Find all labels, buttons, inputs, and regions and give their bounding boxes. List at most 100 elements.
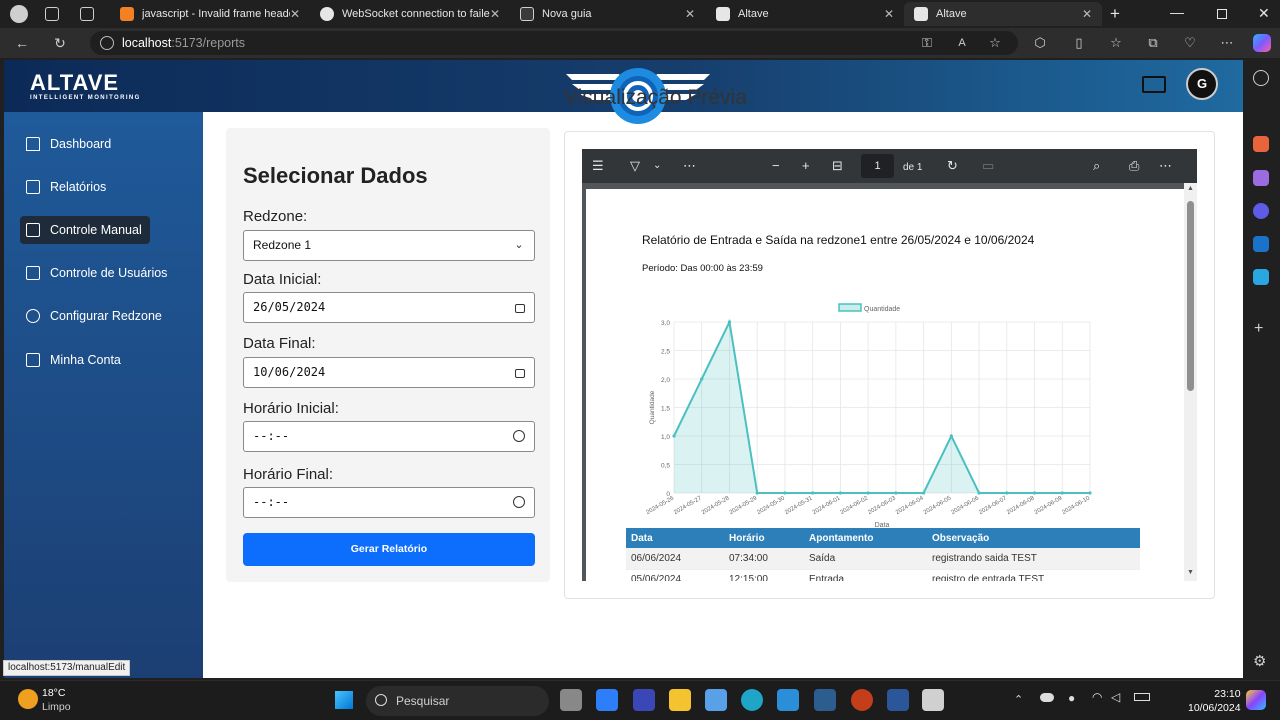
outlook-icon[interactable] xyxy=(1253,236,1269,252)
word-icon[interactable] xyxy=(887,689,909,711)
chevron-down-icon[interactable]: ⌄ xyxy=(653,158,661,174)
more-options-icon[interactable]: ⋯ xyxy=(1218,34,1236,52)
restore-button[interactable] xyxy=(1217,9,1227,19)
volume-icon[interactable]: ◁ xyxy=(1111,690,1120,704)
telegram-icon[interactable] xyxy=(1253,269,1269,285)
end-date-input[interactable]: 10/06/2024 xyxy=(243,357,535,388)
more-options-icon[interactable]: ⋯ xyxy=(1159,158,1172,174)
pdf-toolbar: ☰ ▽ ⌄ ⋯ − + ⊟ 1 de 1 ↻ ▭ ⌕ ⎙ ⋯ xyxy=(582,149,1197,183)
task-view-icon[interactable] xyxy=(560,689,582,711)
highlight-icon[interactable]: ▽ xyxy=(630,158,640,174)
start-time-input[interactable]: --:-- xyxy=(243,421,535,452)
browser-essentials-icon[interactable]: ♡ xyxy=(1181,34,1199,52)
close-icon[interactable]: ✕ xyxy=(1082,7,1092,21)
copilot-icon[interactable] xyxy=(1246,690,1266,710)
add-icon[interactable]: + xyxy=(1254,320,1263,338)
new-tab-button[interactable]: + xyxy=(1110,4,1120,24)
sidebar-item-configurar-redzone[interactable]: Configurar Redzone xyxy=(26,303,162,329)
games-icon[interactable] xyxy=(1253,170,1269,186)
close-icon[interactable]: ✕ xyxy=(685,7,695,21)
calendar-icon[interactable] xyxy=(515,304,525,313)
close-window-button[interactable]: ✕ xyxy=(1258,5,1270,22)
workspaces-icon[interactable] xyxy=(45,7,59,21)
calendar-icon[interactable] xyxy=(515,369,525,378)
tab-nova-guia[interactable]: Nova guia ✕ xyxy=(510,2,705,26)
tab-altave-1[interactable]: Altave ✕ xyxy=(706,2,904,26)
extensions-icon[interactable]: ⬡ xyxy=(1031,34,1049,52)
vscode-icon[interactable] xyxy=(777,689,799,711)
windows-start-icon[interactable] xyxy=(335,691,353,709)
weather-icon[interactable] xyxy=(18,689,38,709)
split-screen-icon[interactable]: ▯ xyxy=(1070,34,1088,52)
tab-websocket-failed[interactable]: WebSocket connection to failed ✕ xyxy=(310,2,510,26)
page-number-input[interactable]: 1 xyxy=(861,154,894,178)
back-arrow-icon[interactable]: ← xyxy=(12,34,32,52)
microphone-icon[interactable]: ● xyxy=(1068,691,1075,705)
edge-icon[interactable] xyxy=(741,689,763,711)
clock-icon[interactable] xyxy=(513,430,525,442)
url-path: :5173/reports xyxy=(171,36,246,50)
x-tick-label: 2024-06-06 xyxy=(950,495,980,516)
redzone-select[interactable]: Redzone 1 ⌄ xyxy=(243,230,535,261)
sidebar-item-controle-manual[interactable]: Controle Manual xyxy=(20,216,150,244)
wifi-icon[interactable]: ◠ xyxy=(1092,690,1102,704)
chevron-up-icon[interactable]: ⌃ xyxy=(1014,693,1023,706)
profile-icon[interactable] xyxy=(10,5,28,23)
cloud-icon[interactable] xyxy=(1040,693,1054,702)
minimize-button[interactable]: — xyxy=(1170,4,1184,20)
refresh-icon[interactable]: ↻ xyxy=(50,34,70,52)
collections-icon[interactable]: ⧉ xyxy=(1144,34,1162,52)
copilot-side-icon[interactable] xyxy=(1253,203,1269,219)
app-icon[interactable] xyxy=(814,689,836,711)
tab-altave-active[interactable]: Altave ✕ xyxy=(904,2,1102,26)
scrollbar-thumb[interactable] xyxy=(1187,201,1194,391)
scroll-up-icon[interactable]: ▲ xyxy=(1187,185,1194,192)
sidebar-item-relatorios[interactable]: Relatórios xyxy=(26,174,106,200)
taskbar-clock[interactable]: 23:10 10/06/2024 xyxy=(1188,687,1241,715)
powerpoint-icon[interactable] xyxy=(851,689,873,711)
more-icon[interactable]: ⋯ xyxy=(683,158,696,174)
file-explorer-icon[interactable] xyxy=(669,689,691,711)
url-field[interactable]: localhost:5173/reports xyxy=(90,31,1018,55)
close-icon[interactable]: ✕ xyxy=(490,7,500,21)
app-l-icon[interactable] xyxy=(633,689,655,711)
tab-actions-icon[interactable] xyxy=(80,7,94,21)
rotate-icon[interactable]: ↻ xyxy=(947,158,958,174)
notepad-icon[interactable] xyxy=(705,689,727,711)
clock-icon[interactable] xyxy=(513,496,525,508)
search-icon[interactable]: ⌕ xyxy=(1093,158,1100,174)
gear-icon[interactable]: ⚙ xyxy=(1253,652,1266,670)
contents-icon[interactable]: ☰ xyxy=(592,158,604,174)
info-icon[interactable] xyxy=(100,36,114,50)
fit-page-icon[interactable]: ⊟ xyxy=(832,158,843,174)
report-period: Período: Das 00:00 às 23:59 xyxy=(642,263,763,274)
tab-javascript-invalid-frame[interactable]: javascript - Invalid frame header ✕ xyxy=(110,2,310,26)
taskbar-search[interactable]: Pesquisar xyxy=(366,686,549,716)
read-aloud-icon[interactable]: A xyxy=(953,34,971,52)
favorites-icon[interactable]: ☆ xyxy=(1107,34,1125,52)
shopping-icon[interactable] xyxy=(1253,136,1269,152)
close-icon[interactable]: ✕ xyxy=(884,7,894,21)
start-date-input[interactable]: 26/05/2024 xyxy=(243,292,535,323)
app-icon[interactable] xyxy=(596,689,618,711)
key-icon[interactable]: ⚿ xyxy=(918,34,936,52)
mail-icon[interactable] xyxy=(1142,76,1166,93)
generate-report-button[interactable]: Gerar Relatório xyxy=(243,533,535,566)
avatar[interactable]: G xyxy=(1186,68,1218,100)
search-icon[interactable] xyxy=(1253,70,1269,86)
end-time-input[interactable]: --:-- xyxy=(243,487,535,518)
zoom-out-icon[interactable]: − xyxy=(772,158,780,174)
zoom-in-icon[interactable]: + xyxy=(802,158,810,174)
weather-widget[interactable]: 18°C Limpo xyxy=(42,686,71,714)
copilot-icon[interactable] xyxy=(1253,34,1271,52)
favorite-star-icon[interactable]: ☆ xyxy=(986,34,1004,52)
save-icon[interactable]: ⎙ xyxy=(1129,158,1139,174)
pdf-scrollbar[interactable]: ▲ ▼ xyxy=(1184,183,1197,581)
sidebar-item-minha-conta[interactable]: Minha Conta xyxy=(26,347,121,373)
sidebar-item-dashboard[interactable]: Dashboard xyxy=(26,131,111,157)
sidebar-item-controle-usuarios[interactable]: Controle de Usuários xyxy=(26,260,167,286)
snipping-tool-icon[interactable] xyxy=(922,689,944,711)
battery-icon[interactable] xyxy=(1134,693,1150,701)
close-icon[interactable]: ✕ xyxy=(290,7,300,21)
scroll-down-icon[interactable]: ▼ xyxy=(1187,569,1194,576)
